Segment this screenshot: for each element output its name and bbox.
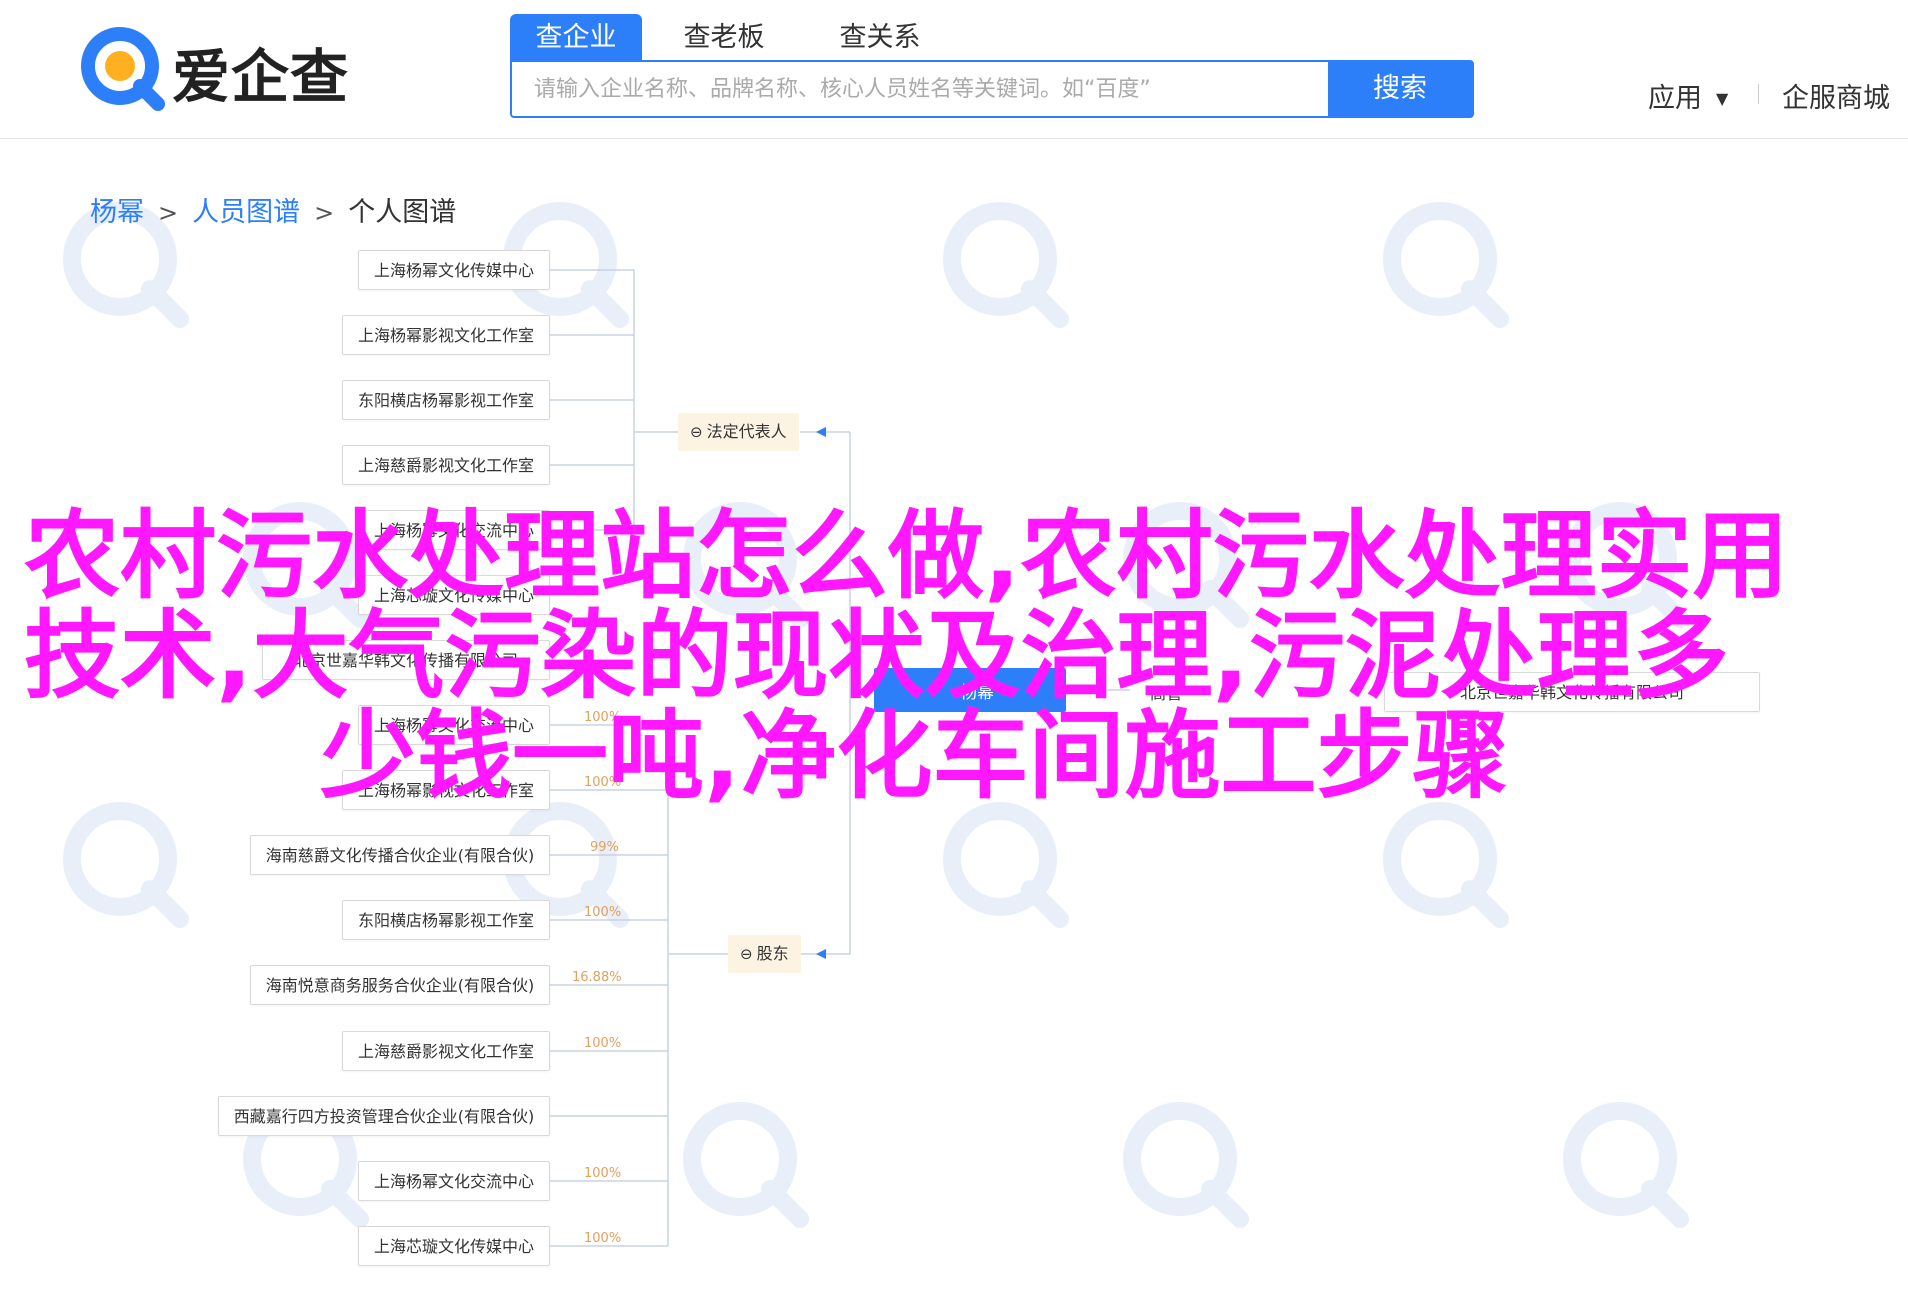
company-node[interactable]: 海南慈爵文化传播合伙企业(有限合伙): [250, 835, 550, 875]
company-node[interactable]: 东阳横店杨幂影视工作室: [342, 380, 550, 420]
collapse-icon: ⊖: [740, 945, 753, 963]
breadcrumb-current: 个人图谱: [348, 197, 457, 228]
chevron-right-icon: >: [158, 199, 179, 227]
tab-company[interactable]: 查企业: [510, 14, 642, 60]
tab-relation[interactable]: 查关系: [814, 14, 946, 60]
legal-rep-label: 法定代表人: [706, 422, 787, 441]
breadcrumb: 杨幂 > 人员图谱 > 个人图谱: [90, 190, 456, 229]
arrow-left-icon: [816, 427, 826, 437]
company-node[interactable]: 西藏嘉行四方投资管理合伙企业(有限合伙): [218, 1096, 550, 1136]
shareholder-group[interactable]: ⊖ 股东: [728, 935, 801, 973]
headline-line-1: 农村污水处理站怎么做,农村污水处理实用: [24, 500, 1789, 612]
logo-text: 爱企查: [172, 43, 350, 111]
company-node[interactable]: 上海芯璇文化传媒中心: [358, 1226, 550, 1266]
collapse-icon: ⊖: [690, 423, 703, 441]
nav-service-link[interactable]: 企服商城: [1782, 76, 1890, 115]
logo-icon: [81, 27, 165, 111]
company-node[interactable]: 东阳横店杨幂影视工作室: [342, 900, 550, 940]
share-percent: 16.88%: [572, 970, 622, 985]
chevron-down-icon: ▼: [1716, 89, 1729, 108]
legal-rep-group[interactable]: ⊖ 法定代表人: [678, 413, 799, 451]
headline-line-2: 技术,大气污染的现状及治理,污泥处理多: [24, 600, 1729, 712]
nav-divider: [1758, 84, 1759, 104]
company-node[interactable]: 上海杨幂影视文化工作室: [342, 315, 550, 355]
company-node[interactable]: 海南悦意商务服务合伙企业(有限合伙): [250, 965, 550, 1005]
search-input[interactable]: [512, 62, 1332, 116]
tab-boss[interactable]: 查老板: [658, 14, 790, 60]
breadcrumb-person[interactable]: 杨幂: [90, 197, 144, 228]
share-percent: 100%: [584, 1166, 622, 1181]
nav-app-label: 应用: [1648, 83, 1702, 114]
top-header: 爱企查 查企业 查老板 查关系 搜索 应用 ▼ 企服商城: [0, 0, 1908, 139]
share-percent: 100%: [584, 1036, 622, 1051]
share-percent: 100%: [584, 1231, 622, 1246]
share-percent: 99%: [590, 840, 619, 855]
share-percent: 100%: [584, 905, 622, 920]
brand-logo[interactable]: 爱企查: [78, 24, 378, 111]
search-box: 搜索: [510, 60, 1474, 118]
company-node[interactable]: 上海慈爵影视文化工作室: [342, 1031, 550, 1071]
shareholder-label: 股东: [756, 944, 789, 963]
search-button[interactable]: 搜索: [1328, 62, 1472, 116]
chevron-right-icon: >: [314, 199, 335, 227]
company-node[interactable]: 上海慈爵影视文化工作室: [342, 445, 550, 485]
arrow-left-icon: [816, 949, 826, 959]
company-node[interactable]: 上海杨幂文化交流中心: [358, 1161, 550, 1201]
headline-line-3: 少钱一吨,净化车间施工步骤: [320, 700, 1509, 812]
breadcrumb-people-graph[interactable]: 人员图谱: [192, 197, 300, 228]
company-node[interactable]: 上海杨幂文化传媒中心: [358, 250, 550, 290]
nav-app-menu[interactable]: 应用 ▼: [1648, 76, 1728, 115]
